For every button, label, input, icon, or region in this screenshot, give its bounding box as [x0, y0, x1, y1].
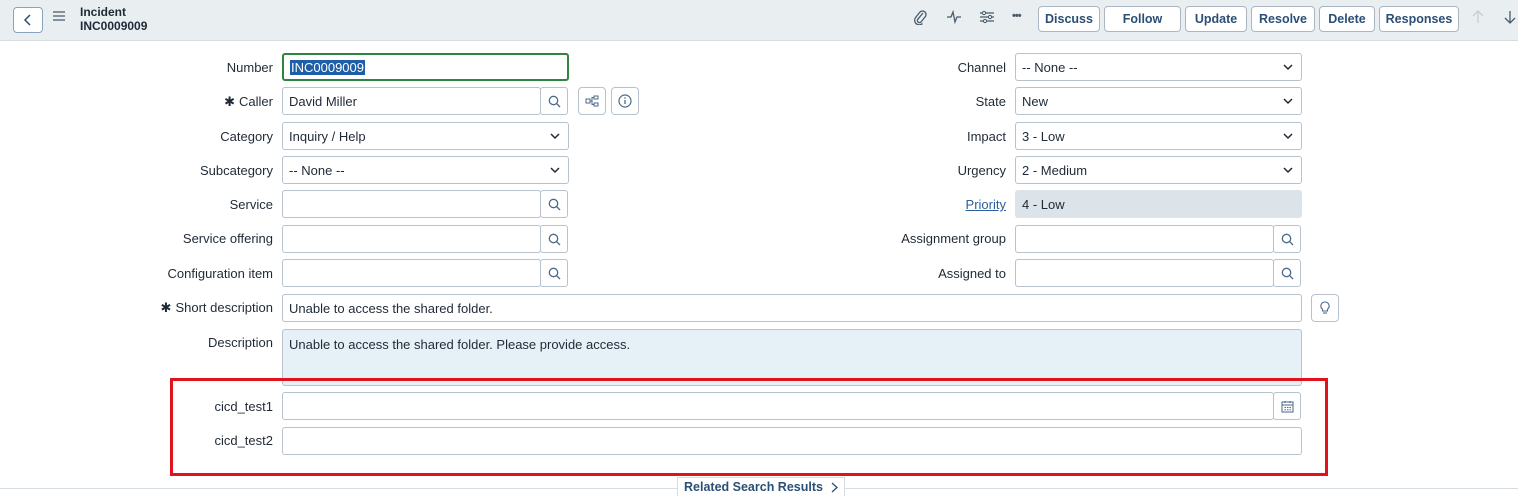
chevron-down-icon — [550, 129, 560, 143]
discuss-button[interactable]: Discuss — [1038, 6, 1100, 32]
number-field[interactable]: INC0009009 — [282, 53, 569, 81]
urgency-label: Urgency — [957, 163, 1006, 178]
follow-button[interactable]: Follow — [1104, 6, 1181, 32]
assignment-group-label: Assignment group — [901, 231, 1006, 246]
service-field[interactable] — [282, 190, 541, 218]
record-title: Incident INC0009009 — [80, 5, 147, 33]
info-icon — [618, 94, 632, 108]
more-options-icon[interactable]: ••• — [1012, 10, 1022, 22]
lightbulb-icon — [1320, 301, 1330, 314]
search-icon — [548, 233, 560, 245]
form-header: Incident INC0009009 ••• Discuss Follow U… — [0, 0, 1518, 41]
state-select[interactable]: New — [1015, 87, 1302, 115]
configuration-item-label: Configuration item — [167, 266, 274, 281]
search-icon — [1281, 233, 1293, 245]
short-description-field[interactable]: Unable to access the shared folder. — [282, 294, 1302, 322]
assigned-to-field[interactable] — [1015, 259, 1274, 287]
assignment-group-lookup-button[interactable] — [1273, 225, 1301, 253]
service-offering-field[interactable] — [282, 225, 541, 253]
subcategory-label: Subcategory — [200, 163, 273, 178]
search-icon — [1281, 267, 1293, 279]
assigned-to-lookup-button[interactable] — [1273, 259, 1301, 287]
back-button[interactable] — [13, 7, 43, 33]
priority-field: 4 - Low — [1015, 190, 1302, 218]
paperclip-icon[interactable] — [913, 9, 927, 25]
update-button[interactable]: Update — [1185, 6, 1247, 32]
resolve-button[interactable]: Resolve — [1251, 6, 1315, 32]
highlight-annotation-box — [170, 378, 1328, 476]
short-description-label: ✱ Short description — [160, 300, 273, 315]
subcategory-select[interactable]: -- None -- — [282, 156, 569, 184]
state-label: State — [975, 94, 1006, 109]
number-label: Number — [226, 60, 273, 75]
chevron-right-icon — [831, 482, 838, 493]
chevron-down-icon — [1283, 129, 1293, 143]
caller-lookup-button[interactable] — [540, 87, 568, 115]
chevron-down-icon — [1283, 60, 1293, 74]
hierarchy-icon — [585, 95, 599, 107]
search-icon — [548, 95, 560, 107]
assigned-to-label: Assigned to — [938, 266, 1006, 281]
configuration-item-field[interactable] — [282, 259, 541, 287]
search-icon — [548, 267, 560, 279]
context-menu-icon[interactable] — [53, 11, 65, 21]
record-number: INC0009009 — [80, 19, 148, 33]
description-label: Description — [207, 335, 273, 350]
service-offering-label: Service offering — [182, 231, 273, 246]
urgency-select[interactable]: 2 - Medium — [1015, 156, 1302, 184]
priority-link[interactable]: Priority — [806, 197, 1006, 212]
configuration-item-lookup-button[interactable] — [540, 259, 568, 287]
chevron-down-icon — [1283, 163, 1293, 177]
category-label: Category — [220, 129, 273, 144]
activity-icon[interactable] — [946, 9, 962, 25]
assignment-group-field[interactable] — [1015, 225, 1274, 253]
service-label: Service — [229, 197, 273, 212]
chevron-left-icon — [23, 14, 31, 26]
record-type: Incident — [80, 5, 127, 19]
search-icon — [548, 198, 560, 210]
dependency-map-button[interactable] — [578, 87, 606, 115]
category-select[interactable]: Inquiry / Help — [282, 122, 569, 150]
caller-field[interactable]: David Miller — [282, 87, 541, 115]
delete-button[interactable]: Delete — [1319, 6, 1375, 32]
related-search-results-tab[interactable]: Related Search Results — [677, 477, 845, 496]
channel-label: Channel — [957, 60, 1006, 75]
chevron-down-icon — [1283, 94, 1293, 108]
channel-select[interactable]: -- None -- — [1015, 53, 1302, 81]
caller-info-button[interactable] — [611, 87, 639, 115]
arrow-down-icon[interactable] — [1504, 10, 1516, 24]
required-asterisk-icon: ✱ — [160, 300, 172, 315]
service-offering-lookup-button[interactable] — [540, 225, 568, 253]
responses-button[interactable]: Responses — [1379, 6, 1459, 32]
settings-sliders-icon[interactable] — [979, 9, 995, 25]
impact-select[interactable]: 3 - Low — [1015, 122, 1302, 150]
suggestion-button[interactable] — [1311, 294, 1339, 322]
impact-label: Impact — [966, 129, 1006, 144]
required-asterisk-icon: ✱ — [224, 94, 236, 109]
caller-label: ✱ Caller — [224, 94, 273, 109]
chevron-down-icon — [550, 163, 560, 177]
arrow-up-icon[interactable] — [1472, 10, 1484, 24]
service-lookup-button[interactable] — [540, 190, 568, 218]
